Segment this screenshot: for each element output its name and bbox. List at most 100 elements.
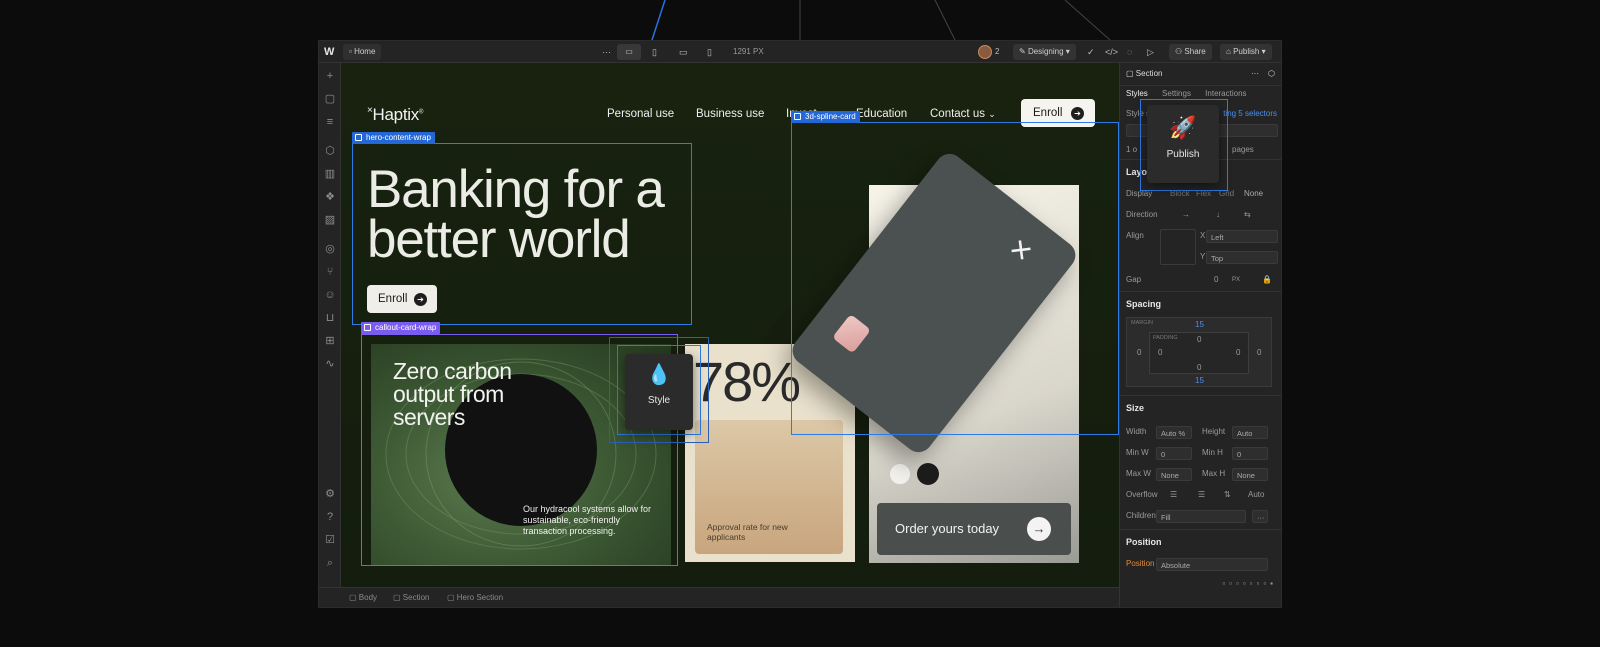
element-box-icon — [364, 324, 371, 331]
code-icon[interactable]: </> — [1105, 44, 1118, 60]
usage-note: 1 o — [1126, 145, 1138, 154]
margin-bottom-value[interactable]: 15 — [1195, 376, 1204, 385]
margin-label: MARGIN — [1131, 320, 1153, 326]
breadcrumb-body[interactable]: ▢ Body — [349, 593, 377, 602]
max-width-input[interactable]: None — [1156, 468, 1192, 481]
audit-check-icon[interactable]: ☑ — [323, 533, 337, 547]
nav-link-education[interactable]: Education — [856, 108, 907, 120]
min-width-input[interactable]: 0 — [1156, 447, 1192, 460]
align-y-select[interactable]: Top — [1206, 251, 1278, 264]
selector-note[interactable]: ting 5 selectors — [1223, 107, 1277, 121]
padding-bottom-value[interactable]: 0 — [1197, 363, 1201, 372]
padding-top-value[interactable]: 0 — [1197, 335, 1201, 344]
direction-row: Direction → ↓ ⇆ — [1126, 208, 1277, 222]
style-tooltip[interactable]: 💧 Style — [625, 354, 693, 430]
spacing-section-title[interactable]: Spacing — [1126, 299, 1161, 309]
assets-icon[interactable]: ▨ — [323, 213, 337, 227]
position-section-title[interactable]: Position — [1126, 537, 1162, 547]
direction-wrap-icon[interactable]: ⇆ — [1244, 208, 1251, 222]
position-presets-row[interactable]: ▫▫▫▫▫▫▫▪ — [1126, 577, 1277, 591]
pages-icon[interactable]: ▢ — [323, 92, 337, 106]
nav-link-business[interactable]: Business use — [696, 108, 764, 120]
share-button[interactable]: ⚇ Share — [1169, 44, 1212, 60]
logic-icon[interactable]: ⑂ — [323, 265, 337, 279]
tablet-breakpoint-icon[interactable]: ▯ — [652, 44, 657, 60]
width-input[interactable]: Auto % — [1156, 426, 1192, 439]
nav-link-personal[interactable]: Personal use — [607, 108, 674, 120]
more-options-button[interactable]: ··· — [602, 44, 611, 60]
lock-icon[interactable]: 🔒 — [1262, 273, 1272, 287]
cube-icon[interactable]: ⬡ — [1268, 67, 1275, 81]
spline-card-tag[interactable]: 3d-spline-card — [791, 111, 860, 123]
position-select[interactable]: Absolute — [1156, 558, 1268, 571]
min-height-input[interactable]: 0 — [1232, 447, 1268, 460]
overflow-scroll-icon[interactable]: ⇅ — [1224, 488, 1231, 502]
webflow-logo-icon[interactable]: W — [324, 44, 334, 60]
apps-icon[interactable]: ⊞ — [323, 334, 337, 348]
design-canvas[interactable]: ×Haptix® Personal use Business use Inves… — [341, 63, 1119, 587]
add-panel-icon[interactable]: + — [323, 69, 337, 83]
collaborator-avatar[interactable] — [978, 45, 992, 59]
height-input[interactable]: Auto — [1232, 426, 1268, 439]
mode-dropdown[interactable]: ✎ Designing ▾ — [1013, 44, 1076, 60]
users-icon[interactable]: ☺ — [323, 288, 337, 302]
nav-link-contact[interactable]: Contact us ⌄ — [930, 108, 996, 120]
max-height-input[interactable]: None — [1232, 468, 1268, 481]
margin-left-value[interactable]: 0 — [1137, 348, 1141, 357]
max-height-value: None — [1237, 471, 1255, 480]
share-button-label: Share — [1184, 47, 1206, 56]
ecommerce-icon[interactable]: ⊔ — [323, 311, 337, 325]
tab-styles[interactable]: Styles — [1126, 89, 1148, 98]
size-section-title[interactable]: Size — [1126, 403, 1144, 413]
card-color-light-swatch[interactable] — [889, 463, 911, 485]
settings-gear-icon[interactable]: ⚙ — [323, 487, 337, 501]
breadcrumb-hero-section[interactable]: ▢ Hero Section — [447, 593, 503, 602]
padding-box[interactable]: PADDING 0 0 0 0 — [1149, 332, 1249, 374]
preview-play-icon[interactable]: ▷ — [1147, 44, 1154, 60]
direction-down-icon[interactable]: ↓ — [1216, 208, 1220, 222]
mobile-landscape-breakpoint-icon[interactable]: ▭ — [679, 44, 688, 60]
element-box-icon — [794, 113, 801, 120]
more-options-icon[interactable]: ··· — [1251, 67, 1259, 81]
help-icon[interactable]: ? — [323, 510, 337, 524]
components-icon[interactable]: ⬡ — [323, 144, 337, 158]
publish-button[interactable]: ⌂ Publish ▾ — [1220, 44, 1272, 60]
tab-interactions[interactable]: Interactions — [1205, 89, 1246, 98]
gap-value[interactable]: 0 — [1214, 273, 1218, 287]
check-icon[interactable]: ✓ — [1087, 44, 1095, 60]
spacing-box-model[interactable]: MARGIN 15 15 0 0 PADDING 0 0 0 0 — [1126, 317, 1272, 387]
breadcrumb-section[interactable]: ▢ Section — [393, 593, 429, 602]
callout-card-wrap-tag[interactable]: callout-card-wrap — [361, 322, 441, 334]
libraries-icon[interactable]: ▥ — [323, 167, 337, 181]
activity-icon[interactable]: ∿ — [323, 357, 337, 371]
tab-settings[interactable]: Settings — [1162, 89, 1191, 98]
align-x-select[interactable]: Left — [1206, 230, 1278, 243]
overflow-visible-icon[interactable]: ☰ — [1170, 488, 1177, 502]
align-y-label: Y — [1200, 252, 1206, 261]
desktop-breakpoint-icon[interactable]: ▭ — [617, 44, 641, 60]
margin-right-value[interactable]: 0 — [1257, 348, 1261, 357]
page-selector[interactable]: ▫ Home — [343, 44, 382, 60]
children-more-button[interactable]: ··· — [1252, 510, 1268, 523]
direction-right-icon[interactable]: → — [1182, 208, 1190, 222]
display-none[interactable]: None — [1244, 187, 1263, 201]
search-icon[interactable]: ⌕ — [323, 556, 337, 570]
overflow-hidden-icon[interactable]: ☰ — [1198, 488, 1205, 502]
publish-tooltip[interactable]: 🚀 Publish — [1147, 105, 1219, 183]
order-button[interactable]: Order yours today → — [877, 503, 1071, 555]
padding-left-value[interactable]: 0 — [1158, 348, 1162, 357]
margin-top-value[interactable]: 15 — [1195, 320, 1204, 329]
mobile-portrait-breakpoint-icon[interactable]: ▯ — [707, 44, 712, 60]
align-grid-control[interactable] — [1160, 229, 1196, 265]
comment-icon[interactable]: ◌ — [1127, 44, 1132, 60]
children-select[interactable]: Fill — [1156, 510, 1246, 523]
cms-icon[interactable]: ◎ — [323, 242, 337, 256]
variables-icon[interactable]: ❖ — [323, 190, 337, 204]
hero-content-wrap-tag[interactable]: hero-content-wrap — [352, 132, 435, 144]
padding-right-value[interactable]: 0 — [1236, 348, 1240, 357]
navigator-icon[interactable]: ≡ — [323, 115, 337, 129]
card-color-dark-swatch[interactable] — [917, 463, 939, 485]
site-logo[interactable]: ×Haptix® — [367, 105, 423, 125]
brush-icon: ✎ — [1019, 47, 1026, 56]
overflow-auto-option[interactable]: Auto — [1248, 488, 1264, 502]
